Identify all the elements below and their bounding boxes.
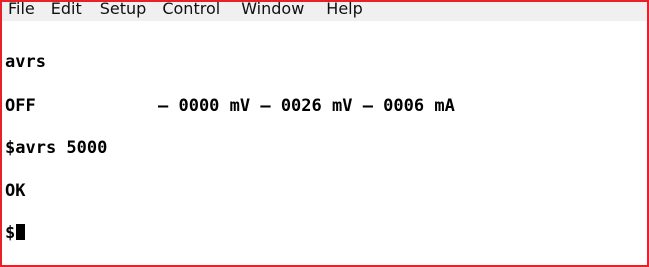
terminal-window: File Edit Setup Control Window Help avrs… — [0, 0, 649, 267]
menu-edit[interactable]: Edit — [43, 2, 90, 21]
terminal-output[interactable]: avrs OFF – 0000 mV – 0026 mV – 0006 mA $… — [2, 24, 647, 265]
prompt-symbol: $ — [5, 223, 16, 243]
terminal-line-status: OFF — [5, 96, 36, 116]
terminal-line-readings: – 0000 mV – 0026 mV – 0006 mA — [158, 96, 455, 116]
terminal-line-set-command: $avrs 5000 — [5, 138, 108, 158]
menu-bar: File Edit Setup Control Window Help — [2, 2, 647, 21]
menu-file[interactable]: File — [2, 2, 43, 21]
menu-setup[interactable]: Setup — [90, 2, 155, 21]
menu-control[interactable]: Control — [154, 2, 228, 21]
menu-help[interactable]: Help — [312, 2, 370, 21]
terminal-line-ok: OK — [5, 181, 26, 201]
terminal-line-command: avrs — [5, 52, 46, 72]
menu-window[interactable]: Window — [228, 2, 312, 21]
terminal-prompt[interactable]: $ — [5, 223, 26, 243]
text-cursor — [16, 224, 26, 240]
